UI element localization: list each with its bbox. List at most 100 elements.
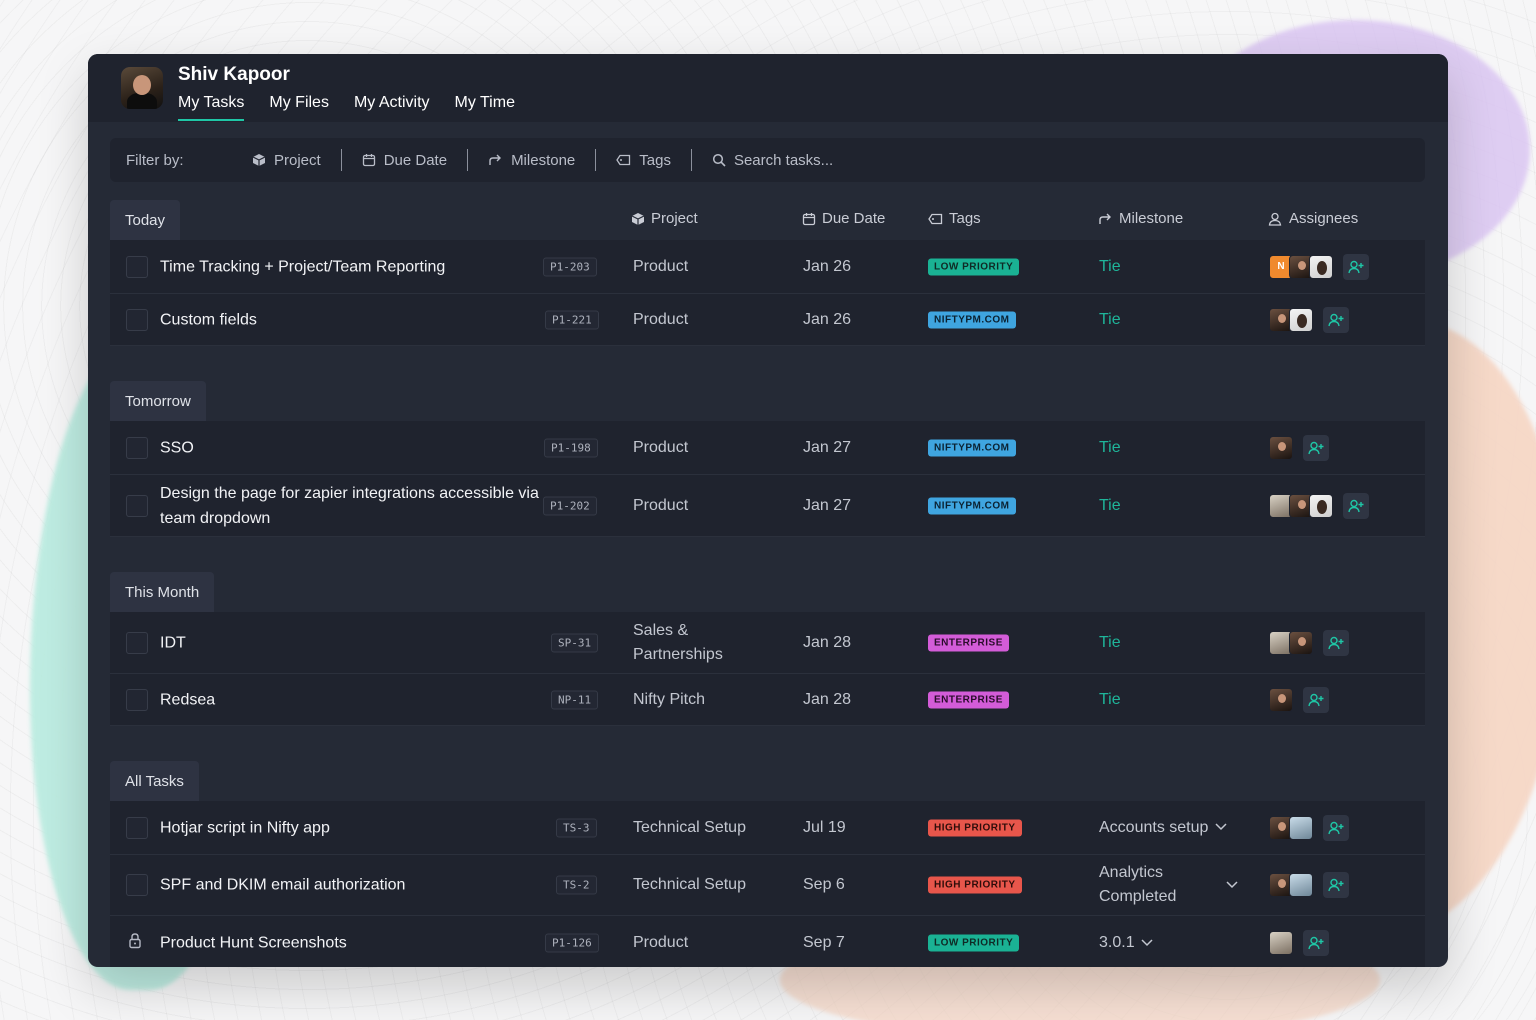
tab-my-time[interactable]: My Time [455,94,515,121]
table-row[interactable]: Product Hunt Screenshots P1-126 Product … [110,916,1425,967]
avatar[interactable] [1289,630,1313,655]
task-project[interactable]: Product [633,436,783,460]
task-checkbox[interactable] [126,255,148,278]
task-project[interactable]: Nifty Pitch [633,688,783,712]
task-due-date[interactable]: Jan 28 [803,634,851,652]
table-row[interactable]: SPF and DKIM email authorization TS-2 Te… [110,855,1425,916]
tag-badge[interactable]: ENTERPRISE [928,634,1009,651]
task-checkbox[interactable] [126,631,148,654]
task-due-date[interactable]: Sep 6 [803,876,845,894]
search-input[interactable]: Search tasks... [692,152,853,169]
table-row[interactable]: Time Tracking + Project/Team Reporting P… [110,240,1425,294]
add-assignee-button[interactable] [1303,930,1329,956]
task-checkbox[interactable] [126,816,148,839]
task-due-date[interactable]: Jan 28 [803,691,851,709]
task-title[interactable]: Redsea [160,687,540,712]
avatar[interactable] [1269,687,1293,712]
section-tab-this-month[interactable]: This Month [110,572,215,612]
task-project[interactable]: Technical Setup [633,873,783,897]
task-due-date[interactable]: Jan 27 [803,497,851,515]
add-assignee-button[interactable] [1323,306,1349,333]
tag-badge[interactable]: NIFTYPM.COM [928,497,1016,514]
task-title[interactable]: SPF and DKIM email authorization [160,873,540,898]
column-header-tags[interactable]: Tags [928,210,981,227]
tab-my-files[interactable]: My Files [269,94,329,121]
tag-badge[interactable]: HIGH PRIORITY [928,876,1022,894]
task-project[interactable]: Product [633,931,783,955]
task-project[interactable]: Product [633,308,783,332]
tag-badge[interactable]: LOW PRIORITY [928,934,1020,952]
filter-due-date-button[interactable]: Due Date [342,152,467,169]
column-header-milestone[interactable]: Milestone [1098,210,1183,227]
tag-badge[interactable]: LOW PRIORITY [928,258,1020,275]
column-header-due-date[interactable]: Due Date [802,210,885,227]
task-title[interactable]: Custom fields [160,307,540,332]
tag-badge[interactable]: HIGH PRIORITY [928,819,1022,836]
tag-badge[interactable]: NIFTYPM.COM [928,439,1016,456]
task-checkbox[interactable] [126,688,148,711]
tab-my-activity[interactable]: My Activity [354,94,430,121]
avatar[interactable] [1269,931,1293,955]
avatar[interactable] [1289,815,1313,840]
task-milestone[interactable]: Tie [1099,631,1121,655]
task-milestone[interactable]: Tie [1099,494,1121,518]
filter-tags-button[interactable]: Tags [596,152,691,169]
task-due-date[interactable]: Jan 26 [803,311,851,329]
section-tab-all-tasks[interactable]: All Tasks [110,761,199,801]
task-title[interactable]: Product Hunt Screenshots [160,931,540,956]
task-checkbox[interactable] [126,436,148,459]
task-milestone[interactable]: Tie [1099,255,1121,279]
task-title[interactable]: Hotjar script in Nifty app [160,815,540,840]
table-row[interactable]: Custom fields P1-221 Product Jan 26 NIFT… [110,294,1425,346]
milestone-dropdown[interactable]: 3.0.1 [1099,931,1153,955]
avatar[interactable] [1289,307,1313,332]
table-row[interactable]: Redsea NP-11 Nifty Pitch Jan 28 ENTERPRI… [110,674,1425,726]
add-assignee-button[interactable] [1323,629,1349,656]
task-due-date[interactable]: Jul 19 [803,819,846,837]
avatar[interactable] [1289,873,1313,897]
task-project[interactable]: Product [633,255,783,279]
filter-project-button[interactable]: Project [232,152,341,169]
task-due-date[interactable]: Jan 26 [803,258,851,276]
avatar[interactable] [1269,435,1293,460]
tab-my-tasks[interactable]: My Tasks [178,94,245,121]
milestone-dropdown[interactable]: Analytics Completed [1099,861,1199,909]
add-assignee-button[interactable] [1323,814,1349,841]
table-row[interactable]: Design the page for zapier integrations … [110,475,1425,537]
task-title[interactable]: Design the page for zapier integrations … [160,481,540,531]
task-checkbox[interactable] [126,494,148,517]
task-checkbox[interactable] [126,308,148,331]
task-project[interactable]: Product [633,494,783,518]
column-header-project[interactable]: Project [631,210,698,227]
avatar[interactable] [1309,254,1333,279]
add-assignee-button[interactable] [1343,492,1369,519]
tag-badge[interactable]: ENTERPRISE [928,691,1009,708]
filter-milestone-button[interactable]: Milestone [468,152,595,169]
task-due-date[interactable]: Jan 27 [803,439,851,457]
tag-badge[interactable]: NIFTYPM.COM [928,311,1016,328]
add-assignee-button[interactable] [1343,253,1369,280]
avatar[interactable] [121,67,163,109]
add-assignee-button[interactable] [1323,872,1349,898]
task-milestone[interactable]: Tie [1099,436,1121,460]
add-assignee-button[interactable] [1303,434,1329,461]
task-title[interactable]: Time Tracking + Project/Team Reporting [160,254,540,279]
table-row[interactable]: Hotjar script in Nifty app TS-3 Technica… [110,801,1425,855]
add-assignee-button[interactable] [1303,686,1329,713]
task-milestone[interactable]: Tie [1099,308,1121,332]
avatar[interactable] [1309,493,1333,518]
table-row[interactable]: SSO P1-198 Product Jan 27 NIFTYPM.COM Ti… [110,421,1425,475]
task-due-date[interactable]: Sep 7 [803,934,845,952]
task-title[interactable]: SSO [160,435,540,460]
section-tab-today[interactable]: Today [110,200,181,240]
task-project[interactable]: Sales & Partnerships [633,619,753,667]
chevron-down-icon[interactable] [1226,876,1238,894]
milestone-dropdown[interactable]: Accounts setup [1099,816,1227,840]
table-row[interactable]: IDT SP-31 Sales & Partnerships Jan 28 EN… [110,612,1425,674]
task-title[interactable]: IDT [160,630,540,655]
task-milestone[interactable]: Tie [1099,688,1121,712]
task-project[interactable]: Technical Setup [633,816,783,840]
column-header-assignees[interactable]: Assignees [1268,210,1358,227]
section-tab-tomorrow[interactable]: Tomorrow [110,381,206,421]
task-checkbox[interactable] [126,874,148,896]
